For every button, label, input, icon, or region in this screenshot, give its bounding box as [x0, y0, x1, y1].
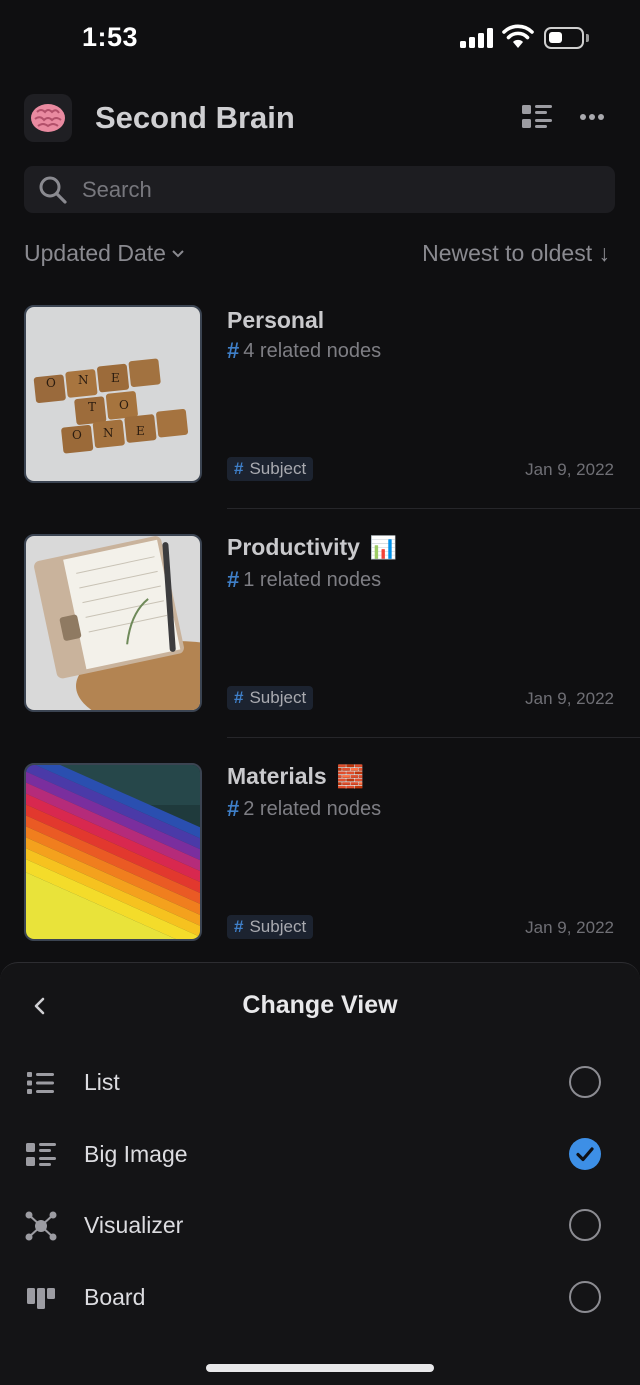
radio-unchecked[interactable]: [569, 1281, 601, 1313]
hash-icon: #: [227, 796, 240, 821]
cellular-signal-icon: [460, 28, 494, 48]
card-title: Materials 🧱: [227, 763, 364, 790]
view-option-visualizer[interactable]: Visualizer: [0, 1196, 640, 1256]
search-icon: [39, 176, 67, 204]
card-thumbnail: [24, 534, 202, 712]
battery-cap: [586, 34, 589, 42]
card-date: Jan 9, 2022: [525, 918, 614, 937]
card-title-text: Productivity: [227, 534, 360, 560]
search-input[interactable]: [82, 166, 602, 213]
card-materials[interactable]: Materials 🧱 # 2 related nodes # Subject …: [0, 763, 640, 992]
svg-text:O: O: [119, 398, 129, 412]
tag-label: Subject: [249, 917, 307, 936]
related-count: 1 related nodes: [243, 568, 382, 591]
option-label: Visualizer: [84, 1212, 184, 1238]
card-date: Jan 9, 2022: [525, 460, 614, 479]
radio-unchecked[interactable]: [569, 1209, 601, 1241]
divider: [227, 737, 640, 738]
tag-badge[interactable]: # Subject: [227, 686, 314, 710]
tag-label: Subject: [249, 459, 307, 478]
svg-text:O: O: [46, 376, 56, 390]
related-nodes: # 1 related nodes: [227, 567, 381, 593]
svg-text:E: E: [136, 424, 145, 438]
radio-unchecked[interactable]: [569, 1066, 601, 1098]
related-count: 2 related nodes: [243, 797, 382, 820]
tag-badge[interactable]: # Subject: [227, 915, 314, 939]
card-title-text: Personal: [227, 307, 325, 333]
view-option-list[interactable]: List: [0, 1053, 640, 1113]
svg-text:N: N: [78, 373, 89, 387]
card-title-text: Materials: [227, 763, 327, 789]
sheet-title: Change View: [242, 991, 398, 1019]
big-image-icon: [26, 1143, 56, 1166]
wifi-icon: [502, 24, 534, 48]
radio-checked[interactable]: [569, 1138, 601, 1170]
sort-order-toggle[interactable]: Newest to oldest ↓: [422, 240, 610, 267]
change-view-sheet: Change View List Big Image Visualizer Bo…: [0, 962, 640, 1385]
battery-level: [549, 32, 562, 43]
view-option-board[interactable]: Board: [0, 1268, 640, 1328]
hash-icon: #: [234, 688, 244, 707]
board-icon: [27, 1288, 55, 1309]
hash-icon: #: [234, 459, 244, 478]
bar-chart-icon: 📊: [369, 534, 398, 560]
view-option-big-image[interactable]: Big Image: [0, 1125, 640, 1185]
tag-badge[interactable]: # Subject: [227, 457, 314, 481]
bricks-icon: 🧱: [336, 763, 365, 789]
card-personal[interactable]: O N E T O O N E Personal # 4 related nod…: [0, 305, 640, 534]
home-indicator[interactable]: [206, 1364, 434, 1372]
hash-icon: #: [227, 567, 240, 592]
card-thumbnail: [24, 763, 202, 941]
list-icon: [27, 1072, 54, 1094]
svg-text:N: N: [103, 426, 114, 440]
card-productivity[interactable]: Productivity 📊 # 1 related nodes # Subje…: [0, 534, 640, 763]
page-title: Second Brain: [95, 100, 295, 135]
divider: [227, 508, 640, 509]
sort-field-label: Updated Date: [24, 240, 166, 266]
option-label: Board: [84, 1284, 146, 1310]
big-image-view-icon[interactable]: [520, 102, 554, 132]
card-title: Productivity 📊: [227, 534, 397, 561]
more-options-icon[interactable]: [576, 104, 608, 130]
related-nodes: # 4 related nodes: [227, 338, 381, 364]
sort-field-dropdown[interactable]: Updated Date: [24, 240, 184, 267]
hash-icon: #: [227, 338, 240, 363]
hash-icon: #: [234, 917, 244, 936]
card-thumbnail: O N E T O O N E: [24, 305, 202, 483]
app-screen: 1:53 Second Brain Search Updated Date Ne…: [0, 0, 640, 1385]
checkmark-icon: [576, 1147, 594, 1162]
graph-icon: [25, 1211, 57, 1241]
status-bar: 1:53: [0, 0, 640, 80]
status-time: 1:53: [82, 22, 139, 52]
search-bar[interactable]: [24, 166, 615, 213]
svg-text:O: O: [72, 428, 82, 442]
card-date: Jan 9, 2022: [525, 689, 614, 708]
chevron-down-icon: [172, 249, 184, 257]
tag-label: Subject: [249, 688, 307, 707]
svg-text:E: E: [111, 371, 120, 385]
option-label: Big Image: [84, 1141, 188, 1167]
related-nodes: # 2 related nodes: [227, 796, 381, 822]
card-title: Personal: [227, 307, 324, 334]
related-count: 4 related nodes: [243, 339, 382, 362]
battery-icon: [544, 27, 584, 49]
brain-icon[interactable]: [24, 94, 72, 142]
svg-text:T: T: [88, 400, 96, 414]
option-label: List: [84, 1069, 120, 1095]
